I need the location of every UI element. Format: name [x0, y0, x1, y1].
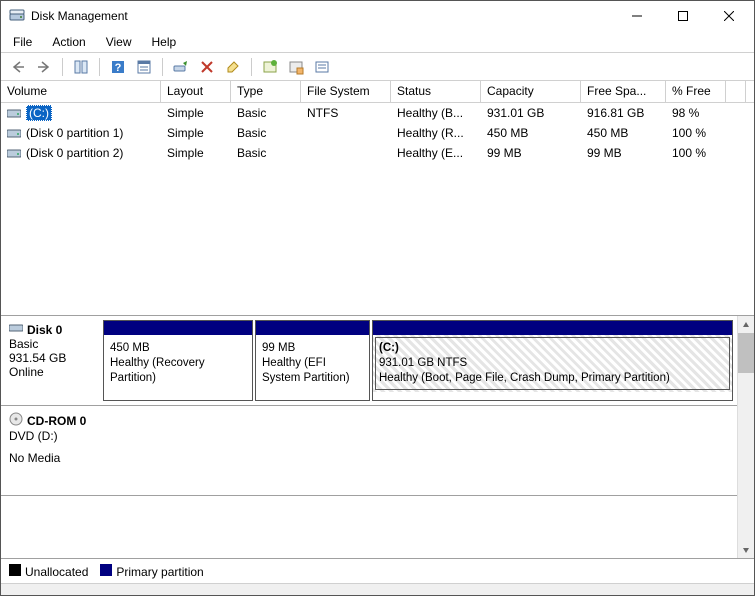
swatch-primary: [100, 564, 112, 576]
table-row[interactable]: (Disk 0 partition 2) Simple Basic Health…: [1, 143, 754, 163]
toolbar-btn-5[interactable]: [311, 56, 333, 78]
volume-table: Volume Layout Type File System Status Ca…: [1, 81, 754, 316]
scroll-down-icon[interactable]: [738, 541, 754, 558]
toolbar-separator: [162, 58, 163, 76]
refresh-button[interactable]: [170, 56, 192, 78]
disk-row[interactable]: Disk 0 Basic 931.54 GB Online 450 MB Hea…: [1, 316, 737, 406]
col-type[interactable]: Type: [231, 81, 301, 102]
table-header[interactable]: Volume Layout Type File System Status Ca…: [1, 81, 754, 103]
toolbar-separator: [99, 58, 100, 76]
legend-unallocated: Unallocated: [9, 564, 88, 579]
drive-icon: [7, 107, 21, 119]
vertical-scrollbar[interactable]: [737, 316, 754, 558]
disk-icon: [9, 322, 23, 337]
scroll-up-icon[interactable]: [738, 316, 754, 333]
col-status[interactable]: Status: [391, 81, 481, 102]
volume-name: (Disk 0 partition 1): [26, 126, 123, 140]
swatch-unallocated: [9, 564, 21, 576]
col-capacity[interactable]: Capacity: [481, 81, 581, 102]
title-bar: Disk Management: [1, 1, 754, 31]
col-spacer: [726, 81, 746, 102]
cdrom-icon: [9, 412, 23, 429]
drive-icon: [7, 127, 21, 139]
status-bar: [1, 583, 754, 595]
menu-help[interactable]: Help: [144, 33, 185, 51]
partition-box[interactable]: 99 MB Healthy (EFI System Partition): [255, 320, 370, 401]
partition-row: 450 MB Healthy (Recovery Partition) 99 M…: [101, 316, 737, 405]
col-filesystem[interactable]: File System: [301, 81, 391, 102]
toolbar-btn-4[interactable]: [285, 56, 307, 78]
disk-row[interactable]: CD-ROM 0 DVD (D:) No Media: [1, 406, 737, 496]
volume-name: (Disk 0 partition 2): [26, 146, 123, 160]
window-title: Disk Management: [31, 9, 614, 23]
toolbar-btn-3[interactable]: [259, 56, 281, 78]
back-button[interactable]: [7, 56, 29, 78]
toolbar-separator: [251, 58, 252, 76]
disk-info: Disk 0 Basic 931.54 GB Online: [1, 316, 101, 405]
menu-bar: File Action View Help: [1, 31, 754, 53]
menu-file[interactable]: File: [5, 33, 40, 51]
app-icon: [9, 8, 25, 24]
col-freespace[interactable]: Free Spa...: [581, 81, 666, 102]
forward-button[interactable]: [33, 56, 55, 78]
menu-action[interactable]: Action: [44, 33, 93, 51]
partition-box[interactable]: 450 MB Healthy (Recovery Partition): [103, 320, 253, 401]
scroll-thumb[interactable]: [738, 333, 754, 373]
partition-box-selected[interactable]: (C:) 931.01 GB NTFS Healthy (Boot, Page …: [372, 320, 733, 401]
partition-row: [101, 406, 737, 495]
properties-button[interactable]: [222, 56, 244, 78]
toolbar-btn-1[interactable]: [70, 56, 92, 78]
disk-info: CD-ROM 0 DVD (D:) No Media: [1, 406, 101, 495]
delete-button[interactable]: [196, 56, 218, 78]
col-pctfree[interactable]: % Free: [666, 81, 726, 102]
disk-layout-panel: Disk 0 Basic 931.54 GB Online 450 MB Hea…: [1, 316, 754, 559]
toolbar-separator: [62, 58, 63, 76]
toolbar-btn-2[interactable]: [133, 56, 155, 78]
toolbar: ?: [1, 53, 754, 81]
col-layout[interactable]: Layout: [161, 81, 231, 102]
svg-text:?: ?: [115, 62, 122, 74]
partition-header: [104, 321, 252, 335]
partition-header: [256, 321, 369, 335]
partition-header: [373, 321, 732, 335]
col-volume[interactable]: Volume: [1, 81, 161, 102]
maximize-button[interactable]: [660, 1, 706, 31]
legend: Unallocated Primary partition: [1, 559, 754, 583]
minimize-button[interactable]: [614, 1, 660, 31]
table-row[interactable]: (Disk 0 partition 1) Simple Basic Health…: [1, 123, 754, 143]
volume-name: (C:): [26, 105, 52, 121]
close-button[interactable]: [706, 1, 752, 31]
drive-icon: [7, 147, 21, 159]
menu-view[interactable]: View: [98, 33, 140, 51]
legend-primary: Primary partition: [100, 564, 203, 579]
table-row[interactable]: (C:) Simple Basic NTFS Healthy (B... 931…: [1, 103, 754, 123]
help-button[interactable]: ?: [107, 56, 129, 78]
